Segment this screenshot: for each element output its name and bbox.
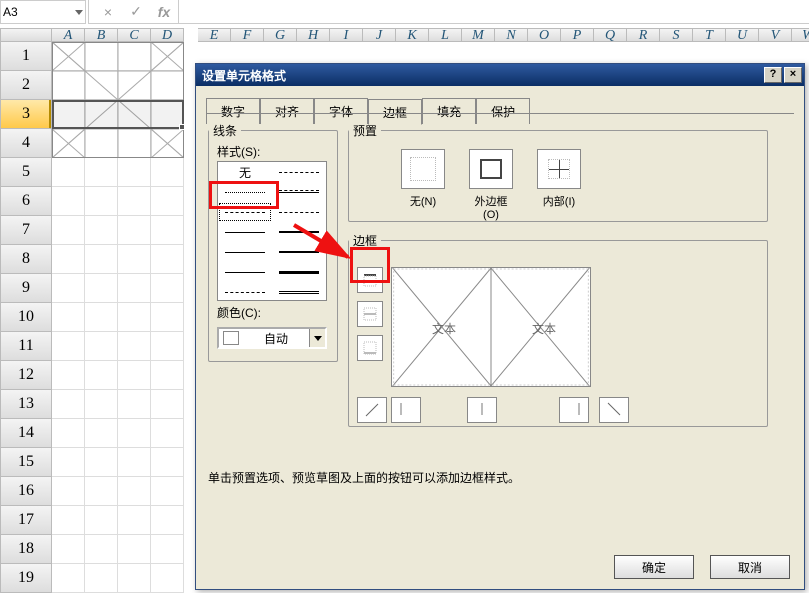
col-header[interactable]: C	[118, 28, 151, 42]
row-header[interactable]: 8	[0, 245, 52, 274]
row-header[interactable]: 3	[0, 100, 52, 129]
preset-none-button[interactable]: 无(N)	[399, 149, 447, 221]
line-style-option[interactable]	[218, 222, 272, 242]
line-group-label: 线条	[209, 122, 241, 139]
line-style-option[interactable]	[272, 222, 326, 242]
line-style-option[interactable]	[272, 202, 326, 222]
preset-inside-button[interactable]: 内部(I)	[535, 149, 583, 221]
column-headers-right: EF GH IJ KL MN OP QR ST UV W	[198, 28, 809, 42]
color-value: 自动	[243, 330, 309, 347]
row-header[interactable]: 14	[0, 419, 52, 448]
line-style-option[interactable]	[272, 182, 326, 202]
line-style-option[interactable]	[218, 182, 272, 202]
tab-protection[interactable]: 保护	[476, 98, 530, 124]
border-preview[interactable]: 文本 文本	[391, 267, 591, 387]
name-box-value: A3	[3, 5, 18, 19]
row-header[interactable]: 6	[0, 187, 52, 216]
dialog-titlebar[interactable]: 设置单元格格式 ? ×	[196, 64, 804, 86]
line-style-option[interactable]	[272, 282, 326, 302]
worksheet[interactable]: A B C D 1 2 3 4 5 6 7 8 9 10 11 12 13 14…	[0, 28, 194, 593]
line-style-option[interactable]	[272, 262, 326, 282]
formula-bar: × ✓ fx	[88, 0, 809, 24]
col-header[interactable]: D	[151, 28, 184, 42]
row-header[interactable]: 1	[0, 42, 52, 71]
border-bottom-button[interactable]	[357, 335, 383, 361]
cells[interactable]	[52, 42, 184, 593]
line-style-grid: 无	[217, 161, 327, 301]
row-header[interactable]: 16	[0, 477, 52, 506]
row-header[interactable]: 18	[0, 535, 52, 564]
preview-text: 文本	[532, 320, 556, 337]
tab-strip: 数字 对齐 字体 边框 填充 保护	[206, 98, 804, 124]
border-group-label: 边框	[349, 232, 381, 249]
row-header[interactable]: 9	[0, 274, 52, 303]
row-header[interactable]: 17	[0, 506, 52, 535]
line-style-option[interactable]	[272, 162, 326, 182]
color-label: 颜色(C):	[217, 304, 261, 321]
line-group: 线条 样式(S): 无 颜色(C): 自动	[208, 122, 338, 362]
row-header[interactable]: 11	[0, 332, 52, 361]
cancel-entry-button[interactable]: ×	[94, 2, 122, 22]
row-header[interactable]: 5	[0, 158, 52, 187]
border-middle-v-button[interactable]	[467, 397, 497, 423]
row-header[interactable]: 4	[0, 129, 52, 158]
tab-alignment[interactable]: 对齐	[260, 98, 314, 124]
border-group: 边框 文本 文本	[348, 232, 768, 427]
row-header[interactable]: 15	[0, 448, 52, 477]
border-diag-buttons	[357, 397, 395, 423]
color-combo[interactable]: 自动	[217, 327, 327, 349]
border-middle-h-button[interactable]	[357, 301, 383, 327]
line-style-option[interactable]	[218, 262, 272, 282]
row-header[interactable]: 12	[0, 361, 52, 390]
border-side-buttons	[357, 267, 383, 369]
column-headers: A B C D	[52, 28, 184, 42]
line-style-option[interactable]	[218, 202, 272, 222]
close-button[interactable]: ×	[784, 67, 802, 83]
cancel-button[interactable]: 取消	[710, 555, 790, 579]
line-style-option[interactable]	[218, 282, 272, 302]
col-header[interactable]: B	[85, 28, 118, 42]
row-header[interactable]: 10	[0, 303, 52, 332]
select-all-corner[interactable]	[0, 28, 52, 42]
row-headers: 1 2 3 4 5 6 7 8 9 10 11 12 13 14 15 16 1…	[0, 42, 52, 593]
row-header[interactable]: 13	[0, 390, 52, 419]
help-button[interactable]: ?	[764, 67, 782, 83]
preset-group: 预置 无(N) 外边框(O) 内部(I)	[348, 122, 768, 222]
border-diag-up-button[interactable]	[357, 397, 387, 423]
preset-outline-button[interactable]: 外边框(O)	[467, 149, 515, 221]
line-style-option[interactable]	[272, 242, 326, 262]
border-top-button[interactable]	[357, 267, 383, 293]
dropdown-icon[interactable]	[75, 10, 83, 15]
color-swatch-icon	[223, 331, 239, 345]
border-right-button[interactable]	[559, 397, 589, 423]
insert-function-button[interactable]: fx	[150, 2, 178, 22]
name-box[interactable]: A3	[0, 0, 86, 24]
tab-fill[interactable]: 填充	[422, 98, 476, 124]
tab-number[interactable]: 数字	[206, 98, 260, 124]
preset-group-label: 预置	[349, 122, 381, 139]
col-header[interactable]: A	[52, 28, 85, 42]
format-cells-dialog: 设置单元格格式 ? × 数字 对齐 字体 边框 填充 保护 线条 样式(S): …	[195, 63, 805, 590]
preview-text: 文本	[432, 320, 456, 337]
line-style-option[interactable]	[218, 242, 272, 262]
tab-font[interactable]: 字体	[314, 98, 368, 124]
row-header[interactable]: 2	[0, 71, 52, 100]
border-diag-down-button[interactable]	[599, 397, 629, 423]
style-label: 样式(S):	[217, 143, 260, 160]
dropdown-icon[interactable]	[309, 329, 325, 347]
border-left-button[interactable]	[391, 397, 421, 423]
line-style-none[interactable]: 无	[218, 162, 272, 182]
confirm-entry-button[interactable]: ✓	[122, 2, 150, 22]
row-header[interactable]: 7	[0, 216, 52, 245]
row-header[interactable]: 19	[0, 564, 52, 593]
dialog-title: 设置单元格格式	[202, 67, 286, 84]
ok-button[interactable]: 确定	[614, 555, 694, 579]
hint-text: 单击预置选项、预览草图及上面的按钮可以添加边框样式。	[208, 469, 520, 486]
